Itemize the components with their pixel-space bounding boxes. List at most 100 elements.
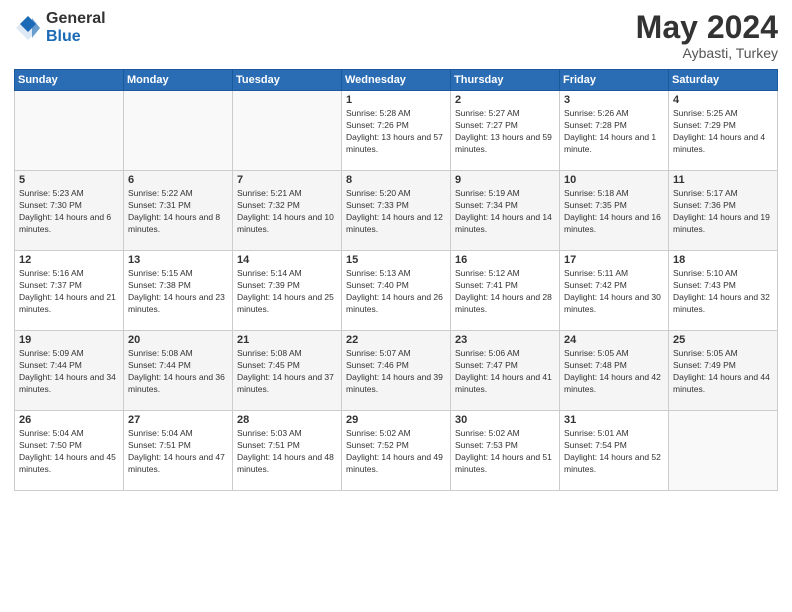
calendar-cell: 27 Sunrise: 5:04 AM Sunset: 7:51 PM Dayli… — [124, 411, 233, 491]
day-number: 17 — [564, 254, 664, 266]
calendar-week-row: 19 Sunrise: 5:09 AM Sunset: 7:44 PM Dayli… — [15, 331, 778, 411]
day-number: 25 — [673, 334, 773, 346]
logo-icon — [14, 14, 42, 42]
day-number: 20 — [128, 334, 228, 346]
day-number: 4 — [673, 94, 773, 106]
day-info: Sunrise: 5:27 AM Sunset: 7:27 PM Dayligh… — [455, 108, 555, 156]
day-info: Sunrise: 5:08 AM Sunset: 7:45 PM Dayligh… — [237, 348, 337, 396]
calendar-week-row: 26 Sunrise: 5:04 AM Sunset: 7:50 PM Dayli… — [15, 411, 778, 491]
header: General Blue May 2024 Aybasti, Turkey — [14, 10, 778, 61]
day-info: Sunrise: 5:02 AM Sunset: 7:52 PM Dayligh… — [346, 428, 446, 476]
day-number: 15 — [346, 254, 446, 266]
calendar-cell: 9 Sunrise: 5:19 AM Sunset: 7:34 PM Daylig… — [451, 171, 560, 251]
day-info: Sunrise: 5:22 AM Sunset: 7:31 PM Dayligh… — [128, 188, 228, 236]
day-info: Sunrise: 5:19 AM Sunset: 7:34 PM Dayligh… — [455, 188, 555, 236]
calendar-week-row: 5 Sunrise: 5:23 AM Sunset: 7:30 PM Daylig… — [15, 171, 778, 251]
calendar-cell: 22 Sunrise: 5:07 AM Sunset: 7:46 PM Dayli… — [342, 331, 451, 411]
day-info: Sunrise: 5:17 AM Sunset: 7:36 PM Dayligh… — [673, 188, 773, 236]
calendar-cell: 5 Sunrise: 5:23 AM Sunset: 7:30 PM Daylig… — [15, 171, 124, 251]
day-info: Sunrise: 5:13 AM Sunset: 7:40 PM Dayligh… — [346, 268, 446, 316]
day-info: Sunrise: 5:18 AM Sunset: 7:35 PM Dayligh… — [564, 188, 664, 236]
day-number: 28 — [237, 414, 337, 426]
day-number: 7 — [237, 174, 337, 186]
calendar-cell: 8Sunrise: 5:20 AM Sunset: 7:33 PM Daylig… — [342, 171, 451, 251]
day-info: Sunrise: 5:05 AM Sunset: 7:48 PM Dayligh… — [564, 348, 664, 396]
day-info: Sunrise: 5:25 AM Sunset: 7:29 PM Dayligh… — [673, 108, 773, 156]
calendar-cell: 17 Sunrise: 5:11 AM Sunset: 7:42 PM Dayli… — [560, 251, 669, 331]
day-number: 11 — [673, 174, 773, 186]
day-number: 12 — [19, 254, 119, 266]
logo-blue: Blue — [46, 28, 106, 46]
day-number: 6 — [128, 174, 228, 186]
calendar-cell — [124, 91, 233, 171]
calendar-header-saturday: Saturday — [669, 70, 778, 91]
day-number: 21 — [237, 334, 337, 346]
day-info: Sunrise: 5:12 AM Sunset: 7:41 PM Dayligh… — [455, 268, 555, 316]
calendar-cell: 25Sunrise: 5:05 AM Sunset: 7:49 PM Dayli… — [669, 331, 778, 411]
day-info: Sunrise: 5:11 AM Sunset: 7:42 PM Dayligh… — [564, 268, 664, 316]
day-info: Sunrise: 5:02 AM Sunset: 7:53 PM Dayligh… — [455, 428, 555, 476]
calendar-cell: 20 Sunrise: 5:08 AM Sunset: 7:44 PM Dayli… — [124, 331, 233, 411]
day-number: 27 — [128, 414, 228, 426]
calendar-cell: 28 Sunrise: 5:03 AM Sunset: 7:51 PM Dayli… — [233, 411, 342, 491]
day-number: 23 — [455, 334, 555, 346]
calendar-cell: 6 Sunrise: 5:22 AM Sunset: 7:31 PM Daylig… — [124, 171, 233, 251]
calendar-cell: 19 Sunrise: 5:09 AM Sunset: 7:44 PM Dayli… — [15, 331, 124, 411]
calendar-cell: 3 Sunrise: 5:26 AM Sunset: 7:28 PM Daylig… — [560, 91, 669, 171]
day-number: 22 — [346, 334, 446, 346]
calendar-cell — [15, 91, 124, 171]
calendar-cell: 21 Sunrise: 5:08 AM Sunset: 7:45 PM Dayli… — [233, 331, 342, 411]
day-info: Sunrise: 5:04 AM Sunset: 7:51 PM Dayligh… — [128, 428, 228, 476]
calendar-cell: 11 Sunrise: 5:17 AM Sunset: 7:36 PM Dayli… — [669, 171, 778, 251]
day-info: Sunrise: 5:21 AM Sunset: 7:32 PM Dayligh… — [237, 188, 337, 236]
day-info: Sunrise: 5:26 AM Sunset: 7:28 PM Dayligh… — [564, 108, 664, 156]
day-info: Sunrise: 5:04 AM Sunset: 7:50 PM Dayligh… — [19, 428, 119, 476]
calendar-cell: 30 Sunrise: 5:02 AM Sunset: 7:53 PM Dayli… — [451, 411, 560, 491]
day-number: 5 — [19, 174, 119, 186]
day-number: 16 — [455, 254, 555, 266]
calendar-header-wednesday: Wednesday — [342, 70, 451, 91]
calendar-cell: 16 Sunrise: 5:12 AM Sunset: 7:41 PM Dayli… — [451, 251, 560, 331]
calendar-cell: 2Sunrise: 5:27 AM Sunset: 7:27 PM Daylig… — [451, 91, 560, 171]
day-info: Sunrise: 5:14 AM Sunset: 7:39 PM Dayligh… — [237, 268, 337, 316]
day-number: 26 — [19, 414, 119, 426]
calendar-cell: 29 Sunrise: 5:02 AM Sunset: 7:52 PM Dayli… — [342, 411, 451, 491]
day-info: Sunrise: 5:08 AM Sunset: 7:44 PM Dayligh… — [128, 348, 228, 396]
calendar-header-tuesday: Tuesday — [233, 70, 342, 91]
calendar-cell: 31Sunrise: 5:01 AM Sunset: 7:54 PM Dayli… — [560, 411, 669, 491]
day-info: Sunrise: 5:06 AM Sunset: 7:47 PM Dayligh… — [455, 348, 555, 396]
calendar-header-row: SundayMondayTuesdayWednesdayThursdayFrid… — [15, 70, 778, 91]
calendar-cell: 18Sunrise: 5:10 AM Sunset: 7:43 PM Dayli… — [669, 251, 778, 331]
calendar-cell: 7 Sunrise: 5:21 AM Sunset: 7:32 PM Daylig… — [233, 171, 342, 251]
calendar-header-sunday: Sunday — [15, 70, 124, 91]
day-number: 19 — [19, 334, 119, 346]
calendar-cell: 26 Sunrise: 5:04 AM Sunset: 7:50 PM Dayli… — [15, 411, 124, 491]
day-info: Sunrise: 5:23 AM Sunset: 7:30 PM Dayligh… — [19, 188, 119, 236]
page: General Blue May 2024 Aybasti, Turkey Su… — [0, 0, 792, 612]
day-number: 10 — [564, 174, 664, 186]
calendar-header-monday: Monday — [124, 70, 233, 91]
day-info: Sunrise: 5:16 AM Sunset: 7:37 PM Dayligh… — [19, 268, 119, 316]
calendar-header-thursday: Thursday — [451, 70, 560, 91]
calendar-cell: 12 Sunrise: 5:16 AM Sunset: 7:37 PM Dayli… — [15, 251, 124, 331]
logo: General Blue — [14, 10, 106, 45]
day-info: Sunrise: 5:20 AM Sunset: 7:33 PM Dayligh… — [346, 188, 446, 236]
day-number: 29 — [346, 414, 446, 426]
day-number: 18 — [673, 254, 773, 266]
calendar-cell: 1Sunrise: 5:28 AM Sunset: 7:26 PM Daylig… — [342, 91, 451, 171]
calendar-cell — [233, 91, 342, 171]
logo-general: General — [46, 10, 106, 28]
day-number: 9 — [455, 174, 555, 186]
day-number: 3 — [564, 94, 664, 106]
day-info: Sunrise: 5:07 AM Sunset: 7:46 PM Dayligh… — [346, 348, 446, 396]
calendar-cell: 24Sunrise: 5:05 AM Sunset: 7:48 PM Dayli… — [560, 331, 669, 411]
title-block: May 2024 Aybasti, Turkey — [636, 10, 778, 61]
day-info: Sunrise: 5:03 AM Sunset: 7:51 PM Dayligh… — [237, 428, 337, 476]
calendar-cell: 15 Sunrise: 5:13 AM Sunset: 7:40 PM Dayli… — [342, 251, 451, 331]
day-number: 14 — [237, 254, 337, 266]
day-number: 30 — [455, 414, 555, 426]
calendar-cell: 10 Sunrise: 5:18 AM Sunset: 7:35 PM Dayli… — [560, 171, 669, 251]
calendar-week-row: 12 Sunrise: 5:16 AM Sunset: 7:37 PM Dayli… — [15, 251, 778, 331]
calendar-week-row: 1Sunrise: 5:28 AM Sunset: 7:26 PM Daylig… — [15, 91, 778, 171]
day-info: Sunrise: 5:09 AM Sunset: 7:44 PM Dayligh… — [19, 348, 119, 396]
